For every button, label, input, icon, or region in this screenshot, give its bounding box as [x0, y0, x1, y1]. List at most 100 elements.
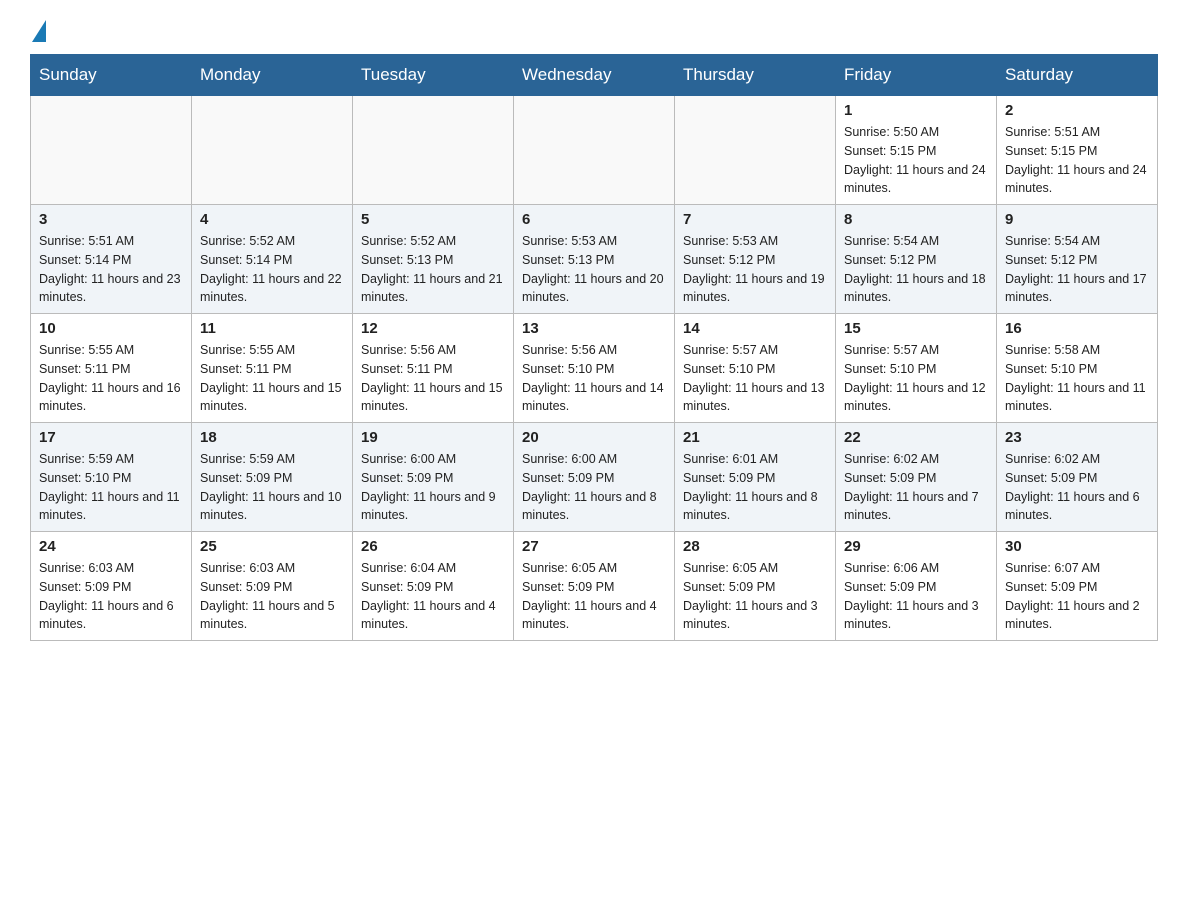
day-number: 15 — [844, 320, 988, 337]
day-info: Sunrise: 5:54 AMSunset: 5:12 PMDaylight:… — [844, 232, 988, 307]
weekday-header-row: SundayMondayTuesdayWednesdayThursdayFrid… — [31, 55, 1158, 96]
calendar-cell: 10 Sunrise: 5:55 AMSunset: 5:11 PMDayligh… — [31, 314, 192, 423]
day-number: 17 — [39, 429, 183, 446]
calendar-cell: 17 Sunrise: 5:59 AMSunset: 5:10 PMDayligh… — [31, 423, 192, 532]
day-info: Sunrise: 6:07 AMSunset: 5:09 PMDaylight:… — [1005, 559, 1149, 634]
day-info: Sunrise: 6:03 AMSunset: 5:09 PMDaylight:… — [39, 559, 183, 634]
day-number: 9 — [1005, 211, 1149, 228]
day-info: Sunrise: 5:53 AMSunset: 5:12 PMDaylight:… — [683, 232, 827, 307]
day-number: 21 — [683, 429, 827, 446]
calendar-cell: 20 Sunrise: 6:00 AMSunset: 5:09 PMDayligh… — [514, 423, 675, 532]
day-number: 13 — [522, 320, 666, 337]
day-number: 14 — [683, 320, 827, 337]
calendar-cell — [353, 96, 514, 205]
calendar-cell: 12 Sunrise: 5:56 AMSunset: 5:11 PMDayligh… — [353, 314, 514, 423]
day-number: 24 — [39, 538, 183, 555]
day-number: 20 — [522, 429, 666, 446]
calendar-cell — [192, 96, 353, 205]
day-info: Sunrise: 5:55 AMSunset: 5:11 PMDaylight:… — [39, 341, 183, 416]
day-number: 25 — [200, 538, 344, 555]
calendar-cell: 6 Sunrise: 5:53 AMSunset: 5:13 PMDaylight… — [514, 205, 675, 314]
day-number: 6 — [522, 211, 666, 228]
day-number: 29 — [844, 538, 988, 555]
day-number: 27 — [522, 538, 666, 555]
day-number: 5 — [361, 211, 505, 228]
calendar-cell: 27 Sunrise: 6:05 AMSunset: 5:09 PMDayligh… — [514, 532, 675, 641]
day-number: 23 — [1005, 429, 1149, 446]
calendar-row-1: 1 Sunrise: 5:50 AMSunset: 5:15 PMDaylight… — [31, 96, 1158, 205]
calendar-row-4: 17 Sunrise: 5:59 AMSunset: 5:10 PMDayligh… — [31, 423, 1158, 532]
calendar-cell: 9 Sunrise: 5:54 AMSunset: 5:12 PMDaylight… — [997, 205, 1158, 314]
day-number: 12 — [361, 320, 505, 337]
calendar-cell: 21 Sunrise: 6:01 AMSunset: 5:09 PMDayligh… — [675, 423, 836, 532]
day-number: 18 — [200, 429, 344, 446]
day-number: 30 — [1005, 538, 1149, 555]
calendar-cell: 15 Sunrise: 5:57 AMSunset: 5:10 PMDayligh… — [836, 314, 997, 423]
calendar-cell: 30 Sunrise: 6:07 AMSunset: 5:09 PMDayligh… — [997, 532, 1158, 641]
calendar-cell: 13 Sunrise: 5:56 AMSunset: 5:10 PMDayligh… — [514, 314, 675, 423]
calendar-cell: 22Sunrise: 6:02 AMSunset: 5:09 PMDayligh… — [836, 423, 997, 532]
day-info: Sunrise: 6:05 AMSunset: 5:09 PMDaylight:… — [683, 559, 827, 634]
day-info: Sunrise: 5:53 AMSunset: 5:13 PMDaylight:… — [522, 232, 666, 307]
calendar-row-2: 3Sunrise: 5:51 AMSunset: 5:14 PMDaylight… — [31, 205, 1158, 314]
calendar-cell: 14 Sunrise: 5:57 AMSunset: 5:10 PMDayligh… — [675, 314, 836, 423]
calendar-cell: 1 Sunrise: 5:50 AMSunset: 5:15 PMDaylight… — [836, 96, 997, 205]
day-number: 19 — [361, 429, 505, 446]
day-info: Sunrise: 5:55 AMSunset: 5:11 PMDaylight:… — [200, 341, 344, 416]
day-number: 28 — [683, 538, 827, 555]
day-info: Sunrise: 5:50 AMSunset: 5:15 PMDaylight:… — [844, 123, 988, 198]
day-info: Sunrise: 5:57 AMSunset: 5:10 PMDaylight:… — [844, 341, 988, 416]
weekday-header-saturday: Saturday — [997, 55, 1158, 96]
calendar-cell — [31, 96, 192, 205]
day-info: Sunrise: 6:03 AMSunset: 5:09 PMDaylight:… — [200, 559, 344, 634]
calendar-cell: 24 Sunrise: 6:03 AMSunset: 5:09 PMDayligh… — [31, 532, 192, 641]
day-info: Sunrise: 5:59 AMSunset: 5:10 PMDaylight:… — [39, 450, 183, 525]
day-number: 10 — [39, 320, 183, 337]
day-info: Sunrise: 5:57 AMSunset: 5:10 PMDaylight:… — [683, 341, 827, 416]
day-number: 2 — [1005, 102, 1149, 119]
day-info: Sunrise: 5:56 AMSunset: 5:11 PMDaylight:… — [361, 341, 505, 416]
day-info: Sunrise: 5:59 AMSunset: 5:09 PMDaylight:… — [200, 450, 344, 525]
weekday-header-wednesday: Wednesday — [514, 55, 675, 96]
calendar-cell: 4 Sunrise: 5:52 AMSunset: 5:14 PMDaylight… — [192, 205, 353, 314]
calendar-cell: 3Sunrise: 5:51 AMSunset: 5:14 PMDaylight… — [31, 205, 192, 314]
day-number: 4 — [200, 211, 344, 228]
calendar-cell: 11 Sunrise: 5:55 AMSunset: 5:11 PMDayligh… — [192, 314, 353, 423]
day-info: Sunrise: 6:02 AMSunset: 5:09 PMDaylight:… — [1005, 450, 1149, 525]
day-info: Sunrise: 5:58 AMSunset: 5:10 PMDaylight:… — [1005, 341, 1149, 416]
weekday-header-tuesday: Tuesday — [353, 55, 514, 96]
day-number: 11 — [200, 320, 344, 337]
day-info: Sunrise: 6:01 AMSunset: 5:09 PMDaylight:… — [683, 450, 827, 525]
weekday-header-friday: Friday — [836, 55, 997, 96]
weekday-header-monday: Monday — [192, 55, 353, 96]
day-number: 26 — [361, 538, 505, 555]
day-info: Sunrise: 5:52 AMSunset: 5:14 PMDaylight:… — [200, 232, 344, 307]
day-info: Sunrise: 5:52 AMSunset: 5:13 PMDaylight:… — [361, 232, 505, 307]
calendar-table: SundayMondayTuesdayWednesdayThursdayFrid… — [30, 54, 1158, 641]
calendar-cell: 26Sunrise: 6:04 AMSunset: 5:09 PMDayligh… — [353, 532, 514, 641]
day-number: 3 — [39, 211, 183, 228]
calendar-cell: 7 Sunrise: 5:53 AMSunset: 5:12 PMDaylight… — [675, 205, 836, 314]
day-number: 7 — [683, 211, 827, 228]
calendar-cell: 23 Sunrise: 6:02 AMSunset: 5:09 PMDayligh… — [997, 423, 1158, 532]
day-number: 22 — [844, 429, 988, 446]
calendar-cell: 29 Sunrise: 6:06 AMSunset: 5:09 PMDayligh… — [836, 532, 997, 641]
calendar-cell: 8 Sunrise: 5:54 AMSunset: 5:12 PMDaylight… — [836, 205, 997, 314]
day-info: Sunrise: 5:56 AMSunset: 5:10 PMDaylight:… — [522, 341, 666, 416]
logo-triangle-icon — [32, 20, 46, 42]
day-number: 1 — [844, 102, 988, 119]
calendar-cell: 16Sunrise: 5:58 AMSunset: 5:10 PMDayligh… — [997, 314, 1158, 423]
logo — [30, 20, 66, 38]
calendar-cell — [514, 96, 675, 205]
calendar-cell: 5 Sunrise: 5:52 AMSunset: 5:13 PMDaylight… — [353, 205, 514, 314]
day-info: Sunrise: 5:54 AMSunset: 5:12 PMDaylight:… — [1005, 232, 1149, 307]
calendar-cell: 28 Sunrise: 6:05 AMSunset: 5:09 PMDayligh… — [675, 532, 836, 641]
calendar-row-3: 10 Sunrise: 5:55 AMSunset: 5:11 PMDayligh… — [31, 314, 1158, 423]
day-info: Sunrise: 6:06 AMSunset: 5:09 PMDaylight:… — [844, 559, 988, 634]
calendar-cell: 2Sunrise: 5:51 AMSunset: 5:15 PMDaylight… — [997, 96, 1158, 205]
calendar-cell: 25 Sunrise: 6:03 AMSunset: 5:09 PMDayligh… — [192, 532, 353, 641]
day-number: 8 — [844, 211, 988, 228]
day-info: Sunrise: 6:05 AMSunset: 5:09 PMDaylight:… — [522, 559, 666, 634]
calendar-cell: 18 Sunrise: 5:59 AMSunset: 5:09 PMDayligh… — [192, 423, 353, 532]
day-info: Sunrise: 6:00 AMSunset: 5:09 PMDaylight:… — [522, 450, 666, 525]
